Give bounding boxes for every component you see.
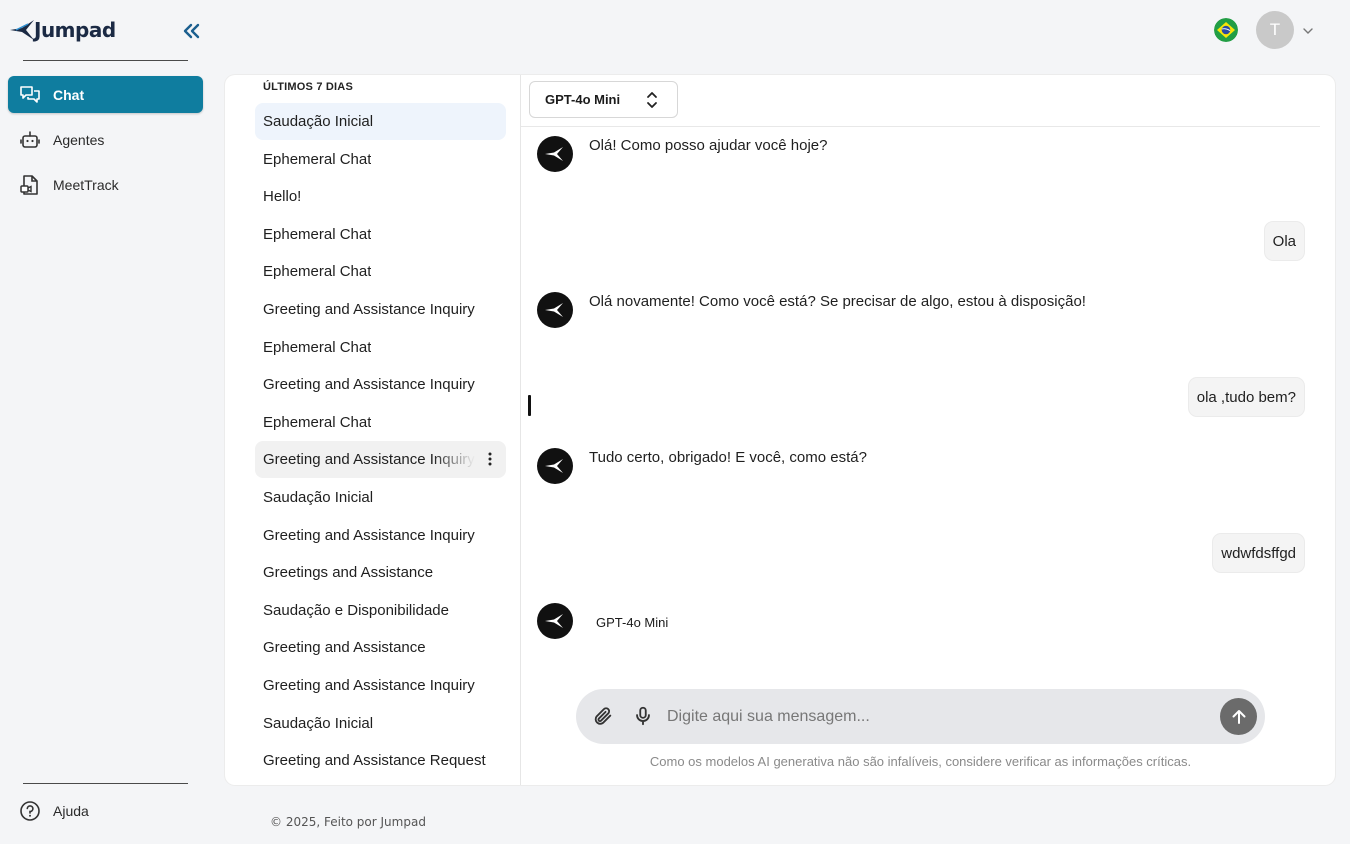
chat-bubbles-icon bbox=[18, 83, 42, 107]
sidebar: Jumpad Chat Agentes MeetTrack Ajuda bbox=[0, 0, 211, 844]
sidebar-item-label: Chat bbox=[53, 86, 85, 103]
history-section-heading: ÚLTIMOS 7 DIAS bbox=[263, 81, 353, 93]
collapse-sidebar-button[interactable] bbox=[180, 20, 202, 42]
history-item-label: Saudação e Disponibilidade bbox=[263, 602, 449, 619]
history-item-label: Greeting and Assistance Inquiry bbox=[263, 451, 475, 468]
user-avatar[interactable]: T bbox=[1256, 11, 1294, 49]
message-input[interactable] bbox=[667, 699, 1207, 734]
history-item-label: Greeting and Assistance Inquiry bbox=[263, 527, 475, 544]
history-item-label: Ephemeral Chat bbox=[263, 263, 372, 280]
history-item-label: Greeting and Assistance Inquiry bbox=[263, 677, 475, 694]
history-item[interactable]: Greeting and Assistance Inquiry bbox=[255, 517, 506, 554]
assistant-avatar bbox=[537, 603, 573, 639]
help-button[interactable]: Ajuda bbox=[8, 792, 203, 829]
account-menu-toggle[interactable] bbox=[1301, 24, 1315, 38]
text-cursor bbox=[528, 395, 531, 416]
history-item[interactable]: Ephemeral Chat bbox=[255, 329, 506, 366]
arrow-up-icon bbox=[1232, 709, 1245, 724]
chat-history-panel[interactable]: ÚLTIMOS 7 DIAS Saudação Inicial Ephemeral… bbox=[225, 75, 521, 785]
assistant-avatar bbox=[537, 136, 573, 172]
model-selector[interactable]: GPT-4o Mini bbox=[529, 81, 678, 118]
history-item-label: Ephemeral Chat bbox=[263, 414, 372, 431]
history-item-label: Saudação Inicial bbox=[263, 113, 374, 130]
history-item-label: Greeting and Assistance Inquiry bbox=[263, 376, 475, 393]
model-selector-label: GPT-4o Mini bbox=[545, 92, 621, 107]
history-item-label: Greeting and Assistance Inquiry bbox=[263, 301, 475, 318]
language-selector[interactable] bbox=[1214, 18, 1238, 42]
user-message: ola ,tudo bem? bbox=[1187, 377, 1305, 417]
sidebar-item-label: Agentes bbox=[53, 131, 105, 148]
jumpad-logo[interactable]: Jumpad bbox=[8, 14, 116, 46]
chat-card: ÚLTIMOS 7 DIAS Saudação Inicial Ephemeral… bbox=[225, 75, 1335, 785]
history-item-label: Ephemeral Chat bbox=[263, 226, 372, 243]
assistant-avatar bbox=[537, 448, 573, 484]
attach-button[interactable] bbox=[591, 704, 615, 728]
pending-response-model: GPT-4o Mini bbox=[596, 615, 669, 630]
history-item-label: Greeting and Assistance bbox=[263, 639, 426, 656]
history-item-label: Saudação Inicial bbox=[263, 715, 374, 732]
robot-icon bbox=[18, 128, 42, 152]
history-item-label: Ephemeral Chat bbox=[263, 151, 372, 168]
chevron-down-icon bbox=[1303, 28, 1313, 34]
brazil-flag-icon bbox=[1214, 18, 1238, 42]
jumpad-star-icon bbox=[545, 459, 563, 473]
paperclip-icon bbox=[594, 707, 612, 725]
history-item[interactable]: Greeting and Assistance Inquiry bbox=[255, 291, 506, 328]
history-item[interactable]: Greetings and Assistance bbox=[255, 554, 506, 591]
history-item[interactable]: Ephemeral Chat bbox=[255, 253, 506, 290]
brand-name: Jumpad bbox=[34, 18, 116, 42]
history-item-label: Saudação Inicial bbox=[263, 489, 374, 506]
assistant-message: Olá novamente! Como você está? Se precis… bbox=[589, 293, 1086, 310]
help-circle-icon bbox=[18, 799, 42, 823]
history-item[interactable]: Greeting and Assistance Inquiry bbox=[255, 441, 506, 478]
sidebar-item-meettrack[interactable]: MeetTrack bbox=[8, 166, 203, 203]
ai-disclaimer: Como os modelos AI generativa não são in… bbox=[649, 754, 1192, 769]
history-item[interactable]: Saudação Inicial bbox=[255, 705, 506, 742]
jumpad-star-icon bbox=[545, 614, 563, 628]
history-item[interactable]: Ephemeral Chat bbox=[255, 141, 506, 178]
history-item[interactable]: Ephemeral Chat bbox=[255, 216, 506, 253]
footer-copyright: © 2025, Feito por Jumpad bbox=[270, 815, 426, 829]
assistant-message: Olá! Como posso ajudar você hoje? bbox=[589, 137, 828, 154]
microphone-icon bbox=[636, 706, 650, 726]
history-item[interactable]: Greeting and Assistance Request bbox=[255, 742, 506, 779]
avatar-initial: T bbox=[1269, 20, 1281, 39]
history-item-label: Greeting and Assistance Request bbox=[263, 752, 486, 769]
history-item[interactable]: Saudação Inicial bbox=[255, 103, 506, 140]
help-label: Ajuda bbox=[53, 802, 89, 819]
user-message: Ola bbox=[1263, 221, 1305, 261]
user-message: wdwfdsffgd bbox=[1212, 533, 1305, 573]
up-down-chevron-icon bbox=[647, 92, 657, 108]
assistant-message: Tudo certo, obrigado! E você, como está? bbox=[589, 449, 867, 466]
sidebar-item-agentes[interactable]: Agentes bbox=[8, 121, 203, 158]
history-item[interactable]: Saudação Inicial bbox=[255, 479, 506, 516]
sidebar-divider-top bbox=[23, 60, 188, 61]
history-item[interactable]: Greeting and Assistance bbox=[255, 629, 506, 666]
chat-header-divider bbox=[521, 126, 1320, 127]
sidebar-item-chat[interactable]: Chat bbox=[8, 76, 203, 113]
history-item-label: Hello! bbox=[263, 188, 302, 205]
history-item[interactable]: Saudação e Disponibilidade bbox=[255, 592, 506, 629]
history-item-label: Greetings and Assistance bbox=[263, 564, 434, 581]
history-item[interactable]: Hello! bbox=[255, 178, 506, 215]
message-composer bbox=[576, 689, 1265, 744]
sidebar-divider-bottom bbox=[23, 783, 188, 784]
history-item-label: Ephemeral Chat bbox=[263, 339, 372, 356]
sidebar-item-label: MeetTrack bbox=[53, 176, 119, 193]
more-options-icon[interactable] bbox=[482, 451, 498, 467]
meeting-file-icon bbox=[18, 173, 42, 197]
double-chevron-left-icon bbox=[183, 23, 200, 39]
history-item[interactable]: Ephemeral Chat bbox=[255, 404, 506, 441]
voice-input-button[interactable] bbox=[631, 704, 655, 728]
send-button[interactable] bbox=[1220, 698, 1257, 735]
jumpad-star-icon bbox=[545, 147, 563, 161]
history-item[interactable]: Greeting and Assistance Inquiry bbox=[255, 667, 506, 704]
jumpad-star-icon bbox=[545, 303, 563, 317]
history-item[interactable]: Greeting and Assistance Inquiry bbox=[255, 366, 506, 403]
assistant-avatar bbox=[537, 292, 573, 328]
